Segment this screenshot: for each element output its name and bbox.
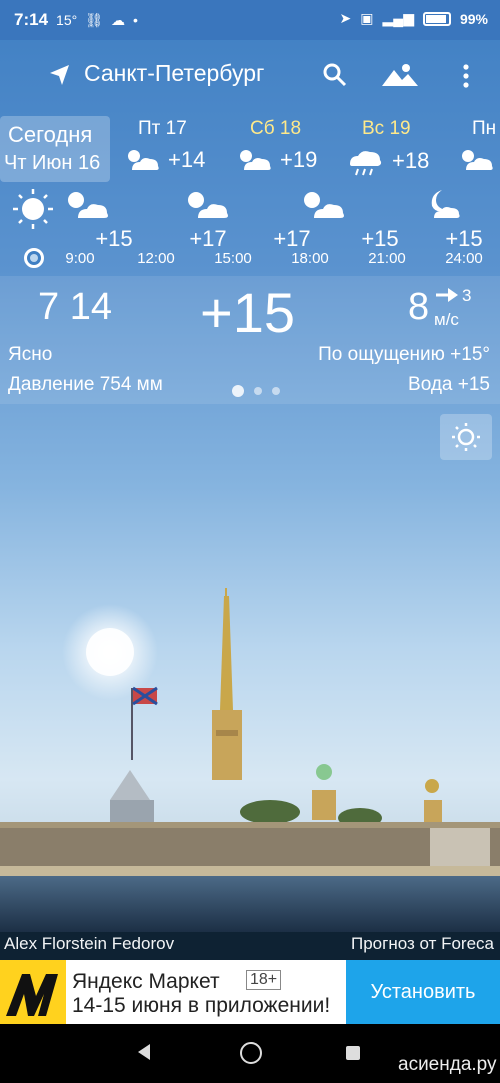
sunrise-time: 7 14: [38, 286, 112, 328]
age-badge: 18+: [246, 970, 282, 990]
hour-time: 15:00: [214, 250, 252, 267]
today-label: Сегодня: [8, 122, 93, 147]
day-name: Сб 18: [250, 118, 302, 139]
location-arrow-icon[interactable]: [48, 63, 72, 87]
page-dot: [254, 387, 262, 395]
sun-icon: [13, 189, 53, 229]
now-marker: [24, 248, 44, 268]
day-temp: +18: [392, 148, 430, 173]
condition-text: Ясно: [8, 344, 53, 365]
wind-speed: 8: [408, 286, 430, 328]
cloud-icon: ☁: [110, 11, 125, 28]
partly-cloudy-icon: [68, 192, 108, 218]
partly-cloudy-icon: [128, 150, 159, 170]
link-icon: ⛓: [85, 11, 103, 28]
rain-cloud-icon: [350, 151, 382, 176]
current-temp: +15: [200, 281, 295, 344]
photo-credit[interactable]: Alex Florstein Fedorov: [4, 934, 174, 954]
hour-time: 9:00: [65, 250, 95, 267]
moon-cloud-icon: [431, 190, 460, 218]
day-sun[interactable]: Вс 19 +18: [346, 118, 456, 176]
ad-title: Яндекс Маркет: [72, 970, 220, 993]
water-temp: Вода +15: [408, 374, 490, 395]
city-photo: [0, 588, 500, 932]
hour-temp: +15: [445, 226, 483, 251]
partly-cloudy-icon: [462, 150, 493, 170]
hour-time: 21:00: [368, 250, 406, 267]
city-name[interactable]: Санкт-Петербург: [84, 60, 264, 87]
wind-direction-icon: [436, 288, 458, 302]
home-icon[interactable]: [240, 1042, 262, 1064]
hour-time: 18:00: [291, 250, 329, 267]
hour-time: 12:00: [137, 250, 175, 267]
status-temp: 15°: [56, 12, 78, 28]
feels-like: По ощущению +15°: [318, 344, 490, 365]
day-mon[interactable]: Пн: [456, 118, 500, 174]
wind-unit: м/с: [434, 310, 459, 329]
page-dot: [272, 387, 280, 395]
day-temp: +14: [168, 147, 206, 172]
hour-temp: +15: [361, 226, 399, 251]
status-indicators: ➤ ▣ ▂▄▆ 99%: [340, 10, 488, 27]
status-time: 7:14: [14, 10, 49, 29]
market-logo-icon: [6, 974, 58, 1016]
day-sat[interactable]: Сб 18 +19: [234, 118, 344, 174]
back-icon[interactable]: [136, 1043, 152, 1061]
search-icon[interactable]: [322, 62, 348, 88]
wind-gust: 3: [462, 286, 472, 305]
yandex-market-logo: [0, 960, 66, 1024]
page-dot: [232, 385, 244, 397]
navigation-icon: ➤: [339, 10, 352, 26]
today-date: Чт Июн 16: [4, 152, 101, 174]
dot-icon: •: [132, 12, 138, 28]
hour-temp: +17: [189, 226, 227, 251]
hour-temp: +17: [273, 226, 311, 251]
signal-icon: ▂▄▆: [382, 10, 414, 26]
pressure: Давление 754 мм: [8, 374, 163, 395]
sun-gear-icon: [452, 423, 480, 451]
install-button[interactable]: Установить: [346, 960, 500, 1024]
partly-cloudy-icon: [240, 150, 271, 170]
hour-time: 24:00: [445, 250, 483, 267]
recents-icon[interactable]: [346, 1046, 360, 1060]
day-temp: +19: [280, 147, 318, 172]
day-name: Пн: [472, 118, 497, 139]
ad-subtitle: 14-15 июня в приложении!: [72, 994, 331, 1017]
hour-temp: +15: [95, 226, 133, 251]
status-bar: 7:14 15° ⛓ ☁ • ➤ ▣ ▂▄▆ 99%: [0, 0, 500, 40]
partly-cloudy-icon: [304, 192, 344, 218]
day-fri[interactable]: Пт 17 +14: [122, 118, 232, 174]
day-name: Пт 17: [138, 118, 187, 139]
battery-icon: [422, 11, 451, 26]
watermark: асиенда.ру: [398, 1054, 497, 1075]
day-name: Вс 19: [362, 118, 411, 139]
battery-percent: 99%: [459, 10, 488, 27]
sun-settings-button[interactable]: [440, 414, 492, 460]
forecast-credit[interactable]: Прогноз от Foreca: [351, 934, 494, 954]
page-indicator: [232, 385, 280, 397]
landscape-icon[interactable]: [380, 62, 420, 88]
volte-icon: ▣: [360, 10, 374, 26]
more-vert-icon[interactable]: [456, 62, 476, 90]
partly-cloudy-icon: [188, 192, 228, 218]
